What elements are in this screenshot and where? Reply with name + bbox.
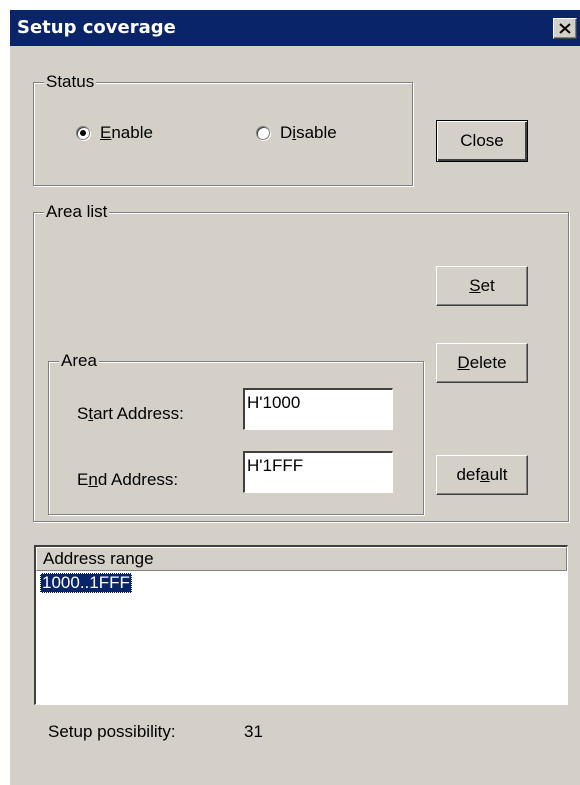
address-range-list[interactable]: Address range 1000..1FFF (34, 545, 568, 705)
start-address-label: Start Address: (77, 404, 184, 423)
disable-radio-button[interactable] (256, 126, 270, 140)
delete-button-label: Delete (457, 353, 507, 372)
window-close-button[interactable] (553, 18, 577, 39)
default-button-label: default (456, 465, 508, 484)
set-button-label: Set (469, 276, 495, 295)
end-address-label: End Address: (77, 470, 179, 489)
window-title: Setup coverage (17, 17, 176, 38)
title-bar[interactable]: Setup coverage (10, 10, 580, 46)
setup-coverage-dialog: Setup coverage Status Enable Disable Clo… (10, 10, 580, 785)
area-list-group-label: Area list (44, 202, 110, 222)
start-address-input[interactable]: H'1000 (243, 388, 393, 430)
end-address-value: H'1FFF (247, 456, 304, 475)
end-address-input[interactable]: H'1FFF (243, 451, 393, 493)
delete-button[interactable]: Delete (436, 343, 528, 383)
default-button[interactable]: default (436, 455, 528, 495)
enable-radio[interactable]: Enable (76, 123, 153, 143)
status-group: Status Enable Disable (33, 72, 413, 186)
status-group-label: Status (44, 72, 97, 92)
close-button[interactable]: Close (436, 120, 528, 162)
address-range-column-header[interactable]: Address range (36, 547, 567, 571)
enable-radio-button[interactable] (76, 126, 90, 140)
close-icon (559, 23, 571, 34)
area-group: Area Start Address: H'1000 End Address: … (48, 351, 424, 515)
disable-radio[interactable]: Disable (256, 123, 337, 143)
setup-possibility-value: 31 (244, 722, 263, 741)
close-button-label: Close (460, 131, 504, 150)
setup-possibility-label: Setup possibility: (48, 722, 176, 741)
enable-radio-label: Enable (100, 123, 153, 142)
disable-radio-label: Disable (280, 123, 337, 142)
set-button[interactable]: Set (436, 266, 528, 306)
list-item[interactable]: 1000..1FFF (36, 571, 567, 593)
start-address-value: H'1000 (247, 393, 301, 412)
address-range-row[interactable]: 1000..1FFF (40, 573, 132, 593)
area-group-label: Area (59, 351, 99, 371)
